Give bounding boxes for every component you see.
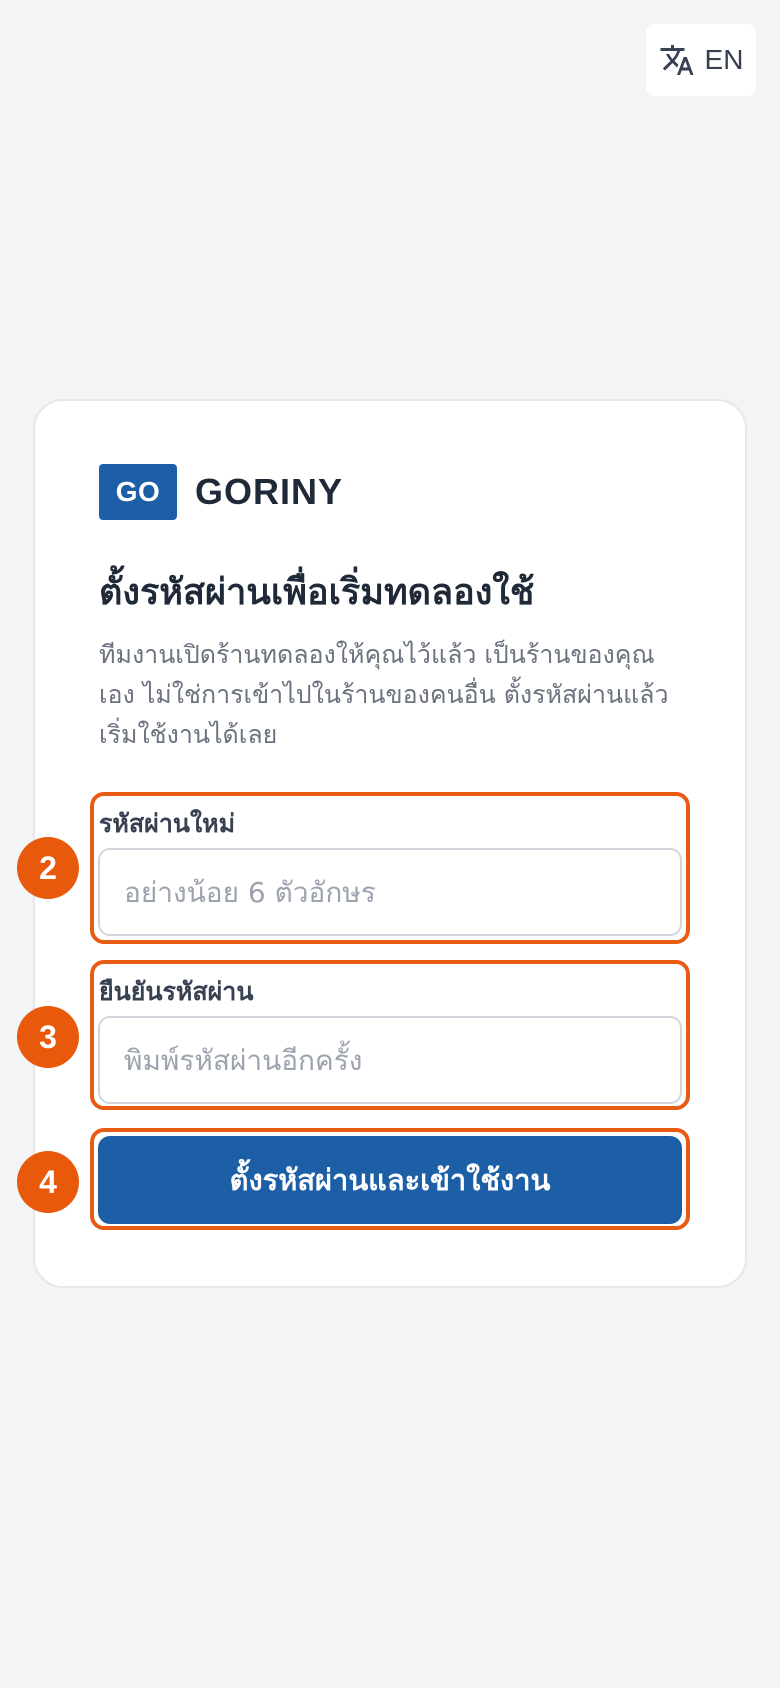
translate-icon: [660, 45, 694, 75]
confirm-password-label: ยืนยันรหัสผ่าน: [99, 977, 254, 1006]
page-subtitle: ทีมงานเปิดร้านทดลองให้คุณไว้แล้ว เป็นร้า…: [99, 640, 669, 749]
language-switcher-button[interactable]: EN: [646, 24, 756, 96]
step-badge: 2: [17, 837, 79, 899]
page-title: ตั้งรหัสผ่านเพื่อเริ่มทดลองใช้: [99, 572, 535, 613]
new-password-label: รหัสผ่านใหม่: [99, 809, 236, 838]
brand-logo: GO: [99, 464, 177, 520]
set-password-submit-button[interactable]: ตั้งรหัสผ่านและเข้าใช้งาน: [98, 1136, 682, 1224]
new-password-input[interactable]: [98, 848, 682, 936]
step-badge: 4: [17, 1151, 79, 1213]
brand: GO GORINY: [99, 464, 343, 520]
brand-name: GORINY: [195, 471, 344, 512]
confirm-password-input[interactable]: [98, 1016, 682, 1104]
language-label: EN: [704, 44, 744, 75]
step-badge: 3: [17, 1006, 79, 1068]
